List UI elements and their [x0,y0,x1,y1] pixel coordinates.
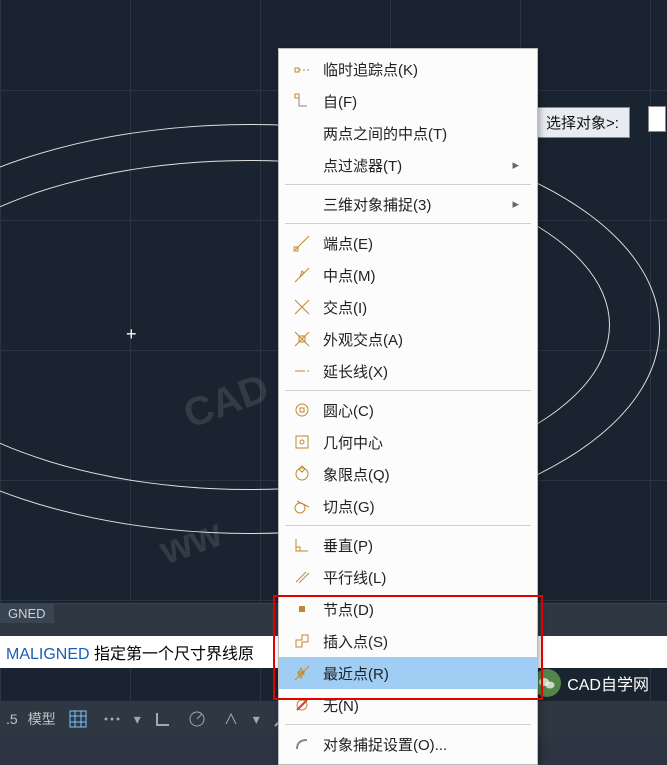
appint-icon [289,330,315,348]
menu-item-label: 最近点(R) [323,663,519,684]
cen-icon [289,401,315,419]
menu-item-label: 延长线(X) [323,361,519,382]
menu-item-label: 圆心(C) [323,400,519,421]
ext-icon [289,362,315,380]
menu-item-3d-osnap[interactable]: 三维对象捕捉(3)▸ [279,188,537,220]
menu-item-perp[interactable]: 垂直(P) [279,529,537,561]
command-name: MALIGNED [6,646,94,663]
menu-item-label: 节点(D) [323,599,519,620]
command-prompt-text: 指定第一个尺寸界线原 [94,646,254,663]
menu-item-label: 平行线(L) [323,567,519,588]
menu-separator [285,223,531,224]
menu-item-label: 交点(I) [323,297,519,318]
int-icon [289,298,315,316]
set-icon [289,735,315,753]
menu-item-label: 中点(M) [323,265,519,286]
menu-item-parallel[interactable]: 平行线(L) [279,561,537,593]
menu-item-none[interactable]: 无(N) [279,689,537,721]
dynamic-prompt: 选择对象>: [535,107,630,138]
iso-toggle-icon[interactable] [219,707,243,731]
menu-item-insert[interactable]: 插入点(S) [279,625,537,657]
menu-item-center[interactable]: 圆心(C) [279,394,537,426]
menu-item-label: 插入点(S) [323,631,519,652]
menu-item-mid-two[interactable]: 两点之间的中点(T) [279,117,537,149]
menu-item-point-filter[interactable]: 点过滤器(T)▸ [279,149,537,181]
grid-toggle-icon[interactable] [66,707,90,731]
menu-item-quadrant[interactable]: 象限点(Q) [279,458,537,490]
qua-icon [289,465,315,483]
crosshair-cursor: + [126,325,137,343]
non-icon [289,696,315,714]
menu-item-geocenter[interactable]: 几何中心 [279,426,537,458]
menu-item-endpoint[interactable]: 端点(E) [279,227,537,259]
menu-item-extension[interactable]: 延长线(X) [279,355,537,387]
per-icon [289,536,315,554]
nod-icon [289,600,315,618]
menu-item-node[interactable]: 节点(D) [279,593,537,625]
menu-item-label: 三维对象捕捉(3) [323,194,512,215]
command-tab: GNED [0,604,54,623]
par-icon [289,568,315,586]
status-coord: .5 [6,711,18,727]
menu-item-label: 端点(E) [323,233,519,254]
menu-item-intersect[interactable]: 交点(I) [279,291,537,323]
status-model[interactable]: 模型 [28,709,56,729]
osnap-context-menu: 临时追踪点(K)自(F)两点之间的中点(T)点过滤器(T)▸三维对象捕捉(3)▸… [278,48,538,765]
snap-toggle-icon[interactable] [100,707,124,731]
menu-item-label: 切点(G) [323,496,519,517]
menu-item-label: 外观交点(A) [323,329,519,350]
submenu-arrow-icon: ▸ [512,196,519,212]
geo-icon [289,433,315,451]
menu-item-tangent[interactable]: 切点(G) [279,490,537,522]
tan-icon [289,497,315,515]
menu-item-label: 临时追踪点(K) [323,59,519,80]
menu-item-nearest[interactable]: 最近点(R) [279,657,537,689]
submenu-arrow-icon: ▸ [512,157,519,173]
menu-item-label: 无(N) [323,695,519,716]
footer-brand-text: CAD自学网 [567,671,649,695]
footer-brand: CAD自学网 [533,669,649,697]
mid-icon [289,266,315,284]
menu-item-label: 自(F) [323,91,519,112]
menu-item-label: 几何中心 [323,432,519,453]
menu-item-appint[interactable]: 外观交点(A) [279,323,537,355]
menu-item-from[interactable]: 自(F) [279,85,537,117]
track-icon [289,60,315,78]
polar-toggle-icon[interactable] [185,707,209,731]
menu-item-osnap-settings[interactable]: 对象捕捉设置(O)... [279,728,537,760]
menu-separator [285,724,531,725]
menu-separator [285,390,531,391]
menu-item-label: 象限点(Q) [323,464,519,485]
ortho-toggle-icon[interactable] [151,707,175,731]
menu-item-label: 两点之间的中点(T) [323,123,519,144]
menu-item-temp-track[interactable]: 临时追踪点(K) [279,53,537,85]
menu-item-label: 点过滤器(T) [323,155,512,176]
menu-separator [285,184,531,185]
menu-item-midpoint[interactable]: 中点(M) [279,259,537,291]
from-icon [289,92,315,110]
menu-item-label: 垂直(P) [323,535,519,556]
ins-icon [289,632,315,650]
menu-separator [285,525,531,526]
nea-icon [289,664,315,682]
dynamic-input[interactable] [648,106,666,132]
end-icon [289,234,315,252]
